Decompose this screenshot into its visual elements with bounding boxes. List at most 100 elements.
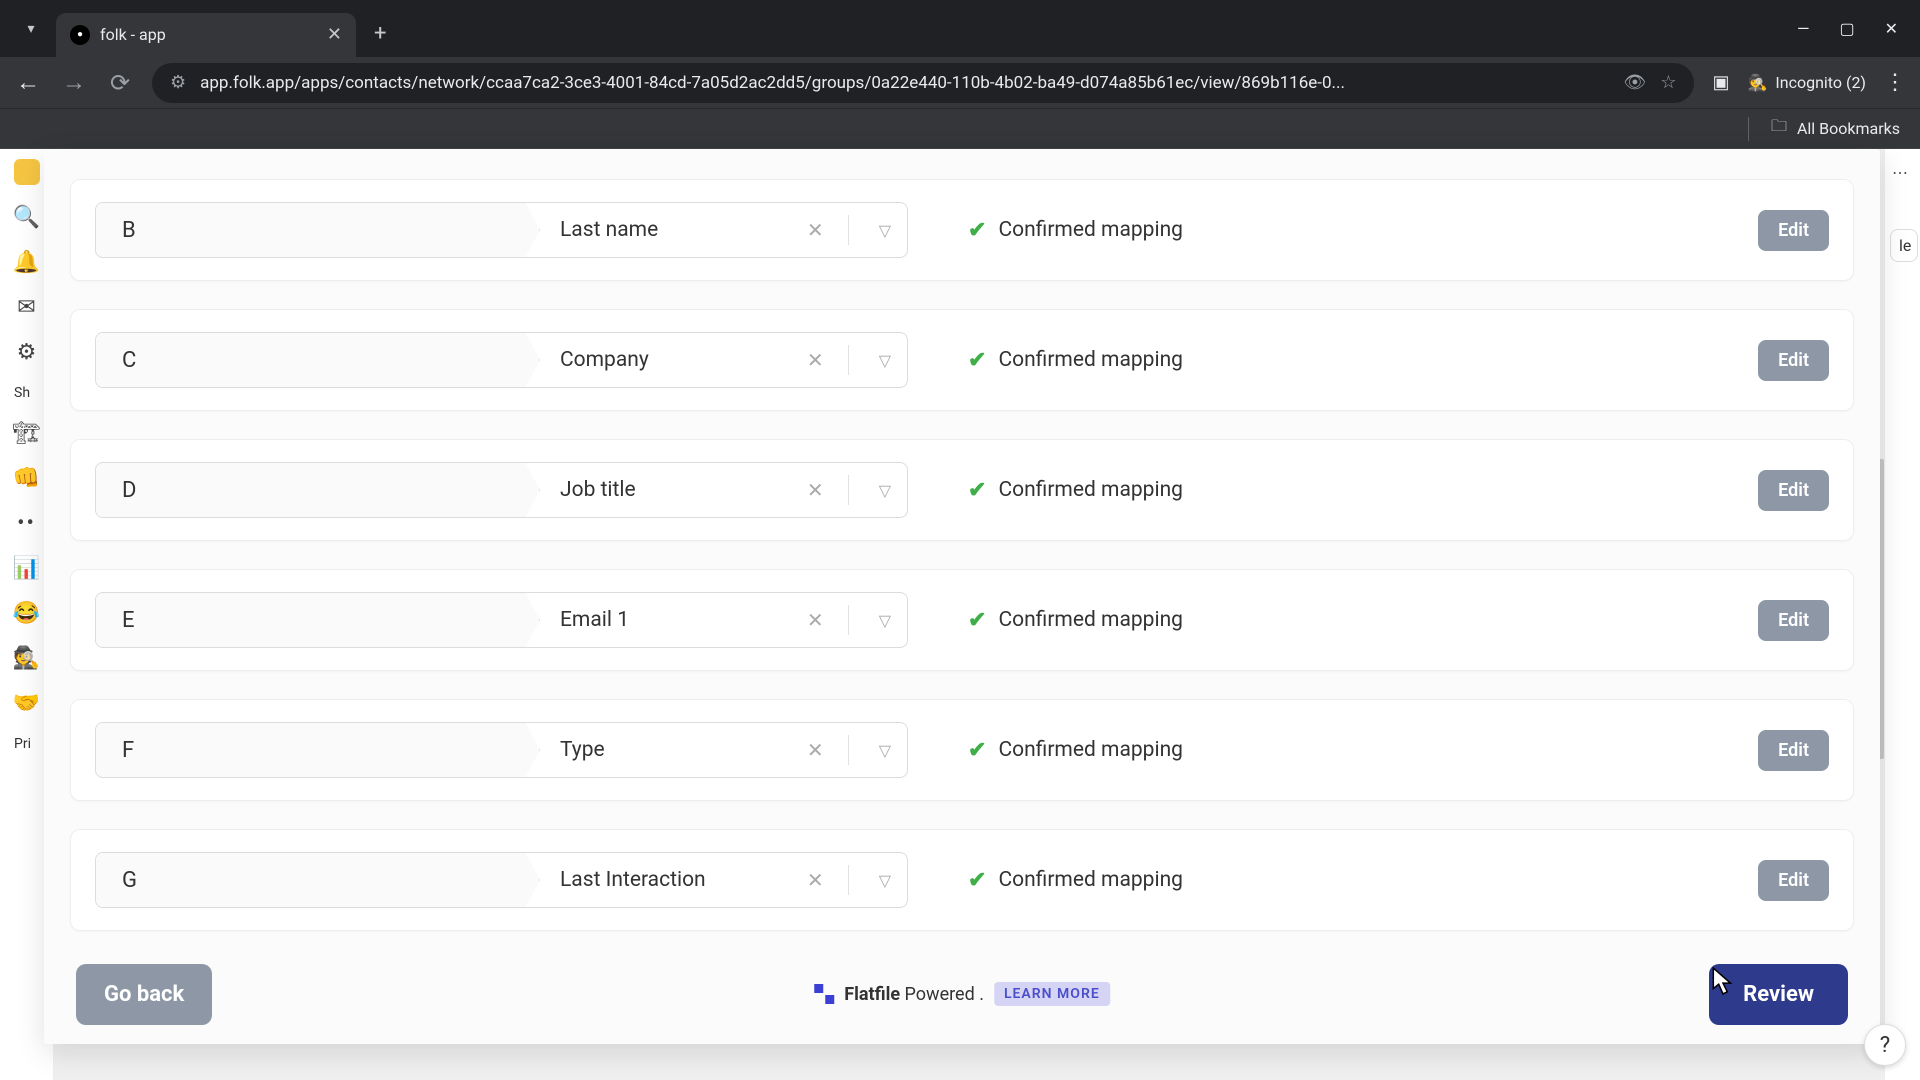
column-mapping-pill: G Last Interaction ✕ ▽ <box>95 852 908 908</box>
mapping-row: E Email 1 ✕ ▽ ✔ Confirmed mapping Edit <box>70 569 1854 671</box>
mapping-status: ✔ Confirmed mapping <box>968 218 1183 243</box>
nav-forward-icon[interactable]: → <box>60 68 88 97</box>
status-text: Confirmed mapping <box>998 348 1183 372</box>
column-mapping-pill: B Last name ✕ ▽ <box>95 202 908 258</box>
help-button[interactable]: ? <box>1864 1024 1906 1066</box>
mapping-status: ✔ Confirmed mapping <box>968 478 1183 503</box>
bell-icon[interactable]: 🔔 <box>13 250 40 275</box>
target-field-select[interactable]: Job title ✕ ▽ <box>526 475 907 505</box>
tab-close-icon[interactable]: ✕ <box>327 24 342 45</box>
review-button[interactable]: Review <box>1709 964 1848 1025</box>
edit-button[interactable]: Edit <box>1758 340 1829 381</box>
emoji-icon-1[interactable]: 🏗 <box>13 421 41 446</box>
nav-reload-icon[interactable]: ⟳ <box>106 69 134 97</box>
mapping-status: ✔ Confirmed mapping <box>968 868 1183 893</box>
target-field-select[interactable]: Type ✕ ▽ <box>526 735 907 765</box>
target-field-text: Last Interaction <box>560 868 783 892</box>
chevron-down-icon[interactable]: ▽ <box>863 611 907 630</box>
all-bookmarks-link[interactable]: All Bookmarks <box>1797 119 1900 138</box>
target-field-select[interactable]: Last Interaction ✕ ▽ <box>526 865 907 895</box>
source-column-label: D <box>96 463 526 517</box>
select-separator <box>848 605 849 635</box>
emoji-icon-5[interactable]: 🕵 <box>13 646 40 671</box>
target-field-text: Email 1 <box>560 608 783 632</box>
status-text: Confirmed mapping <box>998 478 1183 502</box>
clear-field-icon[interactable]: ✕ <box>797 218 834 242</box>
target-field-select[interactable]: Last name ✕ ▽ <box>526 215 907 245</box>
chevron-down-icon[interactable]: ▽ <box>863 221 907 240</box>
target-field-select[interactable]: Email 1 ✕ ▽ <box>526 605 907 635</box>
nav-back-icon[interactable]: ← <box>14 68 42 97</box>
target-field-select[interactable]: Company ✕ ▽ <box>526 345 907 375</box>
powered-by: Flatfile Powered . LEARN MORE <box>814 982 1110 1006</box>
address-bar[interactable]: ⚙ app.folk.app/apps/contacts/network/cca… <box>152 63 1694 103</box>
status-text: Confirmed mapping <box>998 868 1183 892</box>
app-viewport: 🔍 🔔 ✉ ⚙ Sh 🏗 👊 •• 📊 😂 🕵 🤝 Pri ⋯ le B Las… <box>0 149 1920 1080</box>
source-column-label: F <box>96 723 526 777</box>
clear-field-icon[interactable]: ✕ <box>797 348 834 372</box>
bookmarks-bar: 🗀 All Bookmarks <box>0 109 1920 149</box>
window-minimize-icon[interactable]: — <box>1797 19 1810 38</box>
mapping-scroll[interactable]: B Last name ✕ ▽ ✔ Confirmed mapping Edit… <box>44 149 1880 1044</box>
window-controls: — ▢ ✕ <box>1797 19 1910 38</box>
clear-field-icon[interactable]: ✕ <box>797 478 834 502</box>
target-field-text: Last name <box>560 218 783 242</box>
emoji-icon-4[interactable]: 😂 <box>13 601 40 626</box>
workspace-avatar[interactable] <box>14 159 40 185</box>
chevron-down-icon[interactable]: ▽ <box>863 871 907 890</box>
source-column-label: C <box>96 333 526 387</box>
bookmarks-separator <box>1748 117 1749 141</box>
window-close-icon[interactable]: ✕ <box>1885 19 1898 38</box>
edit-button[interactable]: Edit <box>1758 860 1829 901</box>
powered-text: Flatfile Powered . <box>844 984 984 1005</box>
new-tab-button[interactable]: + <box>374 21 386 46</box>
mail-icon[interactable]: ✉ <box>17 295 35 320</box>
learn-more-badge[interactable]: LEARN MORE <box>994 982 1110 1006</box>
edit-button[interactable]: Edit <box>1758 470 1829 511</box>
window-maximize-icon[interactable]: ▢ <box>1839 19 1854 38</box>
column-mapping-pill: D Job title ✕ ▽ <box>95 462 908 518</box>
chevron-down-icon[interactable]: ▽ <box>863 351 907 370</box>
gear-icon[interactable]: ⚙ <box>17 340 37 365</box>
incognito-indicator[interactable]: 🕵 Incognito (2) <box>1747 73 1866 92</box>
status-text: Confirmed mapping <box>998 218 1183 242</box>
tab-favicon: ● <box>70 25 90 45</box>
chevron-down-icon[interactable]: ▽ <box>863 481 907 500</box>
chevron-down-icon[interactable]: ▽ <box>863 741 907 760</box>
clear-field-icon[interactable]: ✕ <box>797 868 834 892</box>
site-info-icon[interactable]: ⚙ <box>170 72 186 93</box>
browser-menu-icon[interactable]: ⋮ <box>1884 70 1906 95</box>
eye-off-icon[interactable]: 👁 <box>1623 72 1646 93</box>
check-icon: ✔ <box>968 868 986 893</box>
emoji-icon-2[interactable]: 👊 <box>13 466 40 491</box>
search-icon[interactable]: 🔍 <box>13 205 40 230</box>
browser-tab[interactable]: ● folk - app ✕ <box>56 13 356 57</box>
tab-title: folk - app <box>100 25 166 44</box>
select-separator <box>848 865 849 895</box>
edit-button[interactable]: Edit <box>1758 600 1829 641</box>
mapping-status: ✔ Confirmed mapping <box>968 348 1183 373</box>
edit-button[interactable]: Edit <box>1758 730 1829 771</box>
source-column-label: G <box>96 853 526 907</box>
mapping-modal: B Last name ✕ ▽ ✔ Confirmed mapping Edit… <box>44 149 1880 1044</box>
emoji-icon-3[interactable]: 📊 <box>13 556 40 581</box>
select-separator <box>848 475 849 505</box>
status-text: Confirmed mapping <box>998 608 1183 632</box>
clear-field-icon[interactable]: ✕ <box>797 738 834 762</box>
incognito-label: Incognito (2) <box>1775 73 1866 92</box>
app-menu-icon[interactable]: ⋯ <box>1892 163 1910 182</box>
go-back-button[interactable]: Go back <box>76 964 212 1025</box>
source-column-label: E <box>96 593 526 647</box>
more-icon[interactable]: •• <box>17 511 36 536</box>
url-text: app.folk.app/apps/contacts/network/ccaa7… <box>200 73 1609 93</box>
edit-button[interactable]: Edit <box>1758 210 1829 251</box>
column-mapping-pill: F Type ✕ ▽ <box>95 722 908 778</box>
tabs-dropdown[interactable]: ▾ <box>10 8 52 50</box>
side-panel-icon[interactable]: ▣ <box>1712 72 1729 93</box>
star-icon[interactable]: ☆ <box>1660 72 1676 93</box>
check-icon: ✔ <box>968 218 986 243</box>
emoji-icon-6[interactable]: 🤝 <box>13 691 40 716</box>
clear-field-icon[interactable]: ✕ <box>797 608 834 632</box>
mapping-row: D Job title ✕ ▽ ✔ Confirmed mapping Edit <box>70 439 1854 541</box>
mapping-status: ✔ Confirmed mapping <box>968 738 1183 763</box>
